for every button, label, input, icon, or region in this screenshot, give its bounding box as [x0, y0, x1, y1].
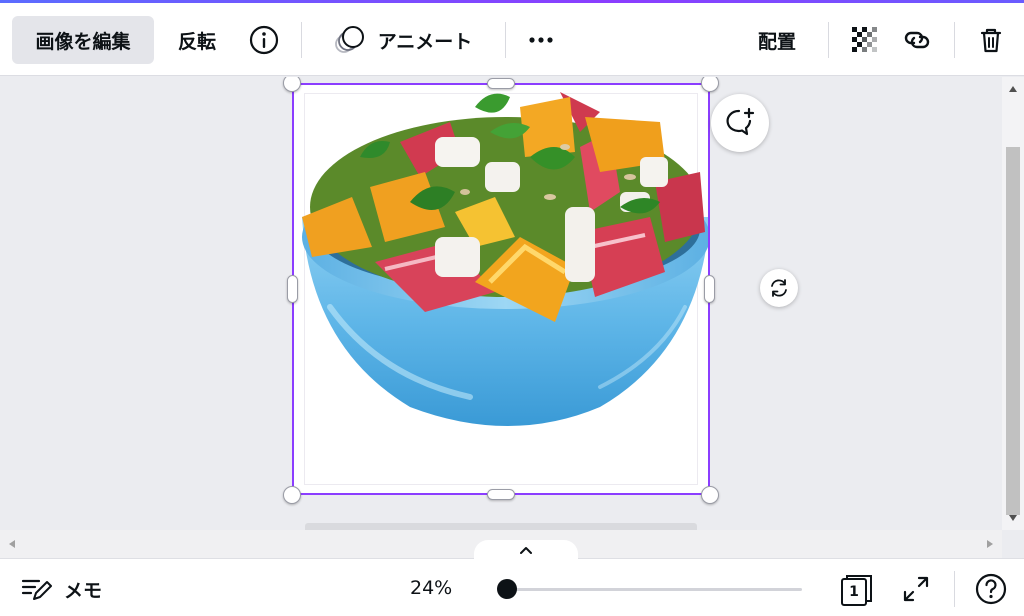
help-icon[interactable]	[974, 572, 1008, 606]
transparency-icon[interactable]	[847, 22, 883, 58]
toolbar-divider	[301, 22, 302, 58]
flip-label: 反転	[177, 30, 216, 53]
add-comment-button[interactable]	[711, 94, 769, 152]
resize-handle-top-right[interactable]	[701, 77, 719, 92]
resize-handle-bottom-left[interactable]	[283, 486, 301, 504]
resize-handle-bottom-right[interactable]	[701, 486, 719, 504]
trash-icon[interactable]	[973, 22, 1009, 58]
toolbar-divider	[828, 22, 829, 58]
toolbar-divider	[505, 22, 506, 58]
resize-handle-left[interactable]	[287, 275, 298, 303]
page-number: 1	[849, 584, 859, 600]
chevron-up-icon	[520, 547, 532, 554]
comment-plus-icon	[726, 107, 755, 136]
more-icon[interactable]	[523, 22, 559, 58]
animate-circles-icon	[330, 24, 370, 56]
link-icon[interactable]	[899, 22, 935, 58]
fullscreen-icon[interactable]	[901, 574, 931, 604]
resize-handle-right[interactable]	[704, 275, 715, 303]
animate-button[interactable]: アニメート	[316, 16, 486, 64]
vertical-scroll-thumb[interactable]	[1006, 147, 1020, 515]
page-count-button[interactable]: 1	[838, 573, 874, 607]
edit-image-label: 画像を編集	[35, 30, 131, 53]
notes-label: メモ	[64, 580, 103, 602]
collapse-pages-button[interactable]	[474, 540, 578, 564]
zoom-slider-handle[interactable]	[497, 579, 517, 599]
scroll-down-icon[interactable]	[1008, 514, 1018, 522]
notes-button[interactable]: メモ	[64, 576, 102, 603]
rotate-icon	[771, 279, 787, 297]
position-label: 配置	[757, 30, 796, 53]
zoom-percentage[interactable]: 24%	[410, 577, 452, 599]
design-canvas	[0, 77, 1002, 530]
edit-image-button[interactable]: 画像を編集	[12, 16, 154, 64]
scroll-right-icon[interactable]	[986, 539, 994, 549]
animate-label: アニメート	[377, 30, 473, 53]
toolbar-divider	[954, 22, 955, 58]
context-toolbar: 画像を編集 反転 アニメート 配置	[0, 3, 1024, 76]
notes-icon[interactable]	[20, 575, 52, 603]
selection-box	[292, 83, 710, 495]
vertical-scrollbar[interactable]	[1002, 77, 1024, 530]
zoom-slider-track[interactable]	[508, 588, 802, 591]
resize-handle-bottom[interactable]	[487, 489, 515, 500]
resize-handle-top[interactable]	[487, 78, 515, 89]
scroll-left-icon[interactable]	[8, 539, 16, 549]
next-page-preview	[305, 523, 697, 530]
zoom-value: 24%	[410, 577, 453, 599]
bottom-divider	[954, 571, 955, 607]
flip-button[interactable]: 反転	[166, 16, 228, 64]
scroll-up-icon[interactable]	[1008, 85, 1018, 93]
rotate-button[interactable]	[760, 269, 798, 307]
info-icon[interactable]	[246, 22, 282, 58]
position-button[interactable]: 配置	[745, 16, 809, 64]
